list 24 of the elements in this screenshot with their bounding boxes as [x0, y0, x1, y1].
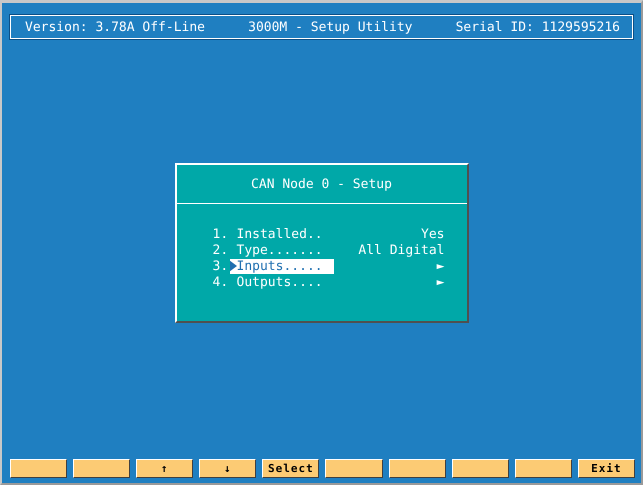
function-key[interactable] [388, 459, 446, 478]
serial-id-text: Serial ID: 1129595216 [456, 20, 620, 34]
function-key[interactable]: Exit [578, 459, 635, 478]
dialog-title: CAN Node 0 - Setup [176, 165, 466, 204]
item-value: Yes [420, 226, 444, 242]
menu-item[interactable]: Inputs..... [230, 258, 334, 274]
item-number: 1. [212, 226, 230, 242]
item-number: 2. [212, 242, 230, 258]
app-title: 3000M - Setup Utility [248, 20, 412, 34]
item-value: ► [436, 258, 444, 274]
function-key[interactable]: ↓ [199, 459, 256, 478]
function-key[interactable]: Select [262, 459, 320, 478]
function-key[interactable] [10, 459, 68, 478]
item-value: All Digital [357, 242, 444, 258]
item-number: 3. [212, 258, 230, 274]
function-key[interactable] [514, 459, 572, 478]
item-number: 4. [212, 274, 230, 290]
item-value: ► [436, 274, 444, 290]
function-key[interactable] [73, 459, 130, 478]
version-text: Version: 3.78A Off-Line [25, 20, 206, 34]
pointer-icon [230, 260, 236, 272]
function-key[interactable] [325, 459, 383, 478]
function-key[interactable] [452, 459, 509, 478]
function-key[interactable]: ↑ [136, 459, 194, 478]
